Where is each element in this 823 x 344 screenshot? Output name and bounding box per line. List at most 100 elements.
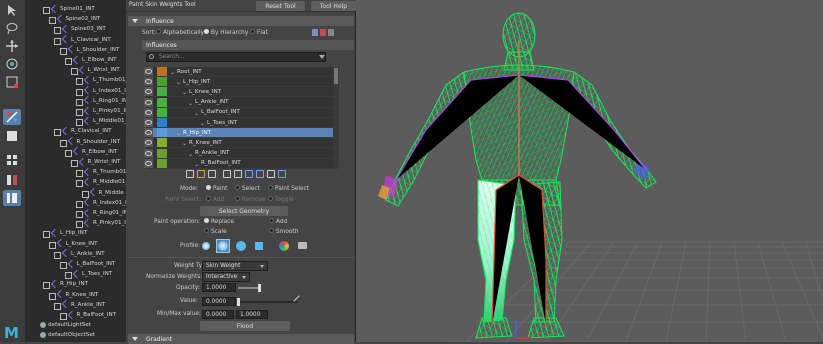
- outliner-item[interactable]: R_Middle: [80, 188, 124, 198]
- rotate-tool-button[interactable]: [3, 56, 21, 72]
- influence-row[interactable]: ⌄ L_BalFoot_INT: [144, 107, 338, 118]
- expand-toggle-icon[interactable]: [74, 86, 83, 96]
- paint-op-add-radio[interactable]: Add: [269, 218, 287, 225]
- outliner-item[interactable]: L_Knee_INT: [47, 239, 98, 249]
- profile-square-button[interactable]: [252, 239, 266, 253]
- outliner-item[interactable]: L_Shoulder_INT: [58, 45, 119, 55]
- influence-section-header[interactable]: Influence: [128, 16, 354, 26]
- mode-paint-radio[interactable]: Paint: [206, 185, 227, 192]
- value-slider[interactable]: [237, 298, 298, 306]
- outliner-item[interactable]: R_Middle01_I: [74, 177, 126, 188]
- gradient-section-header[interactable]: Gradient: [128, 334, 354, 344]
- expand-toggle-icon[interactable]: [52, 300, 61, 310]
- influence-row[interactable]: ⌄ R_BalFoot_INT: [144, 158, 338, 169]
- expand-toggle-icon[interactable]: [74, 218, 83, 229]
- outliner-item[interactable]: R_Ankle_INT: [52, 300, 105, 310]
- outliner-item[interactable]: L_Toes_INT: [63, 269, 112, 280]
- eye-icon[interactable]: [144, 107, 153, 117]
- expand-toggle-icon[interactable]: [80, 188, 89, 198]
- mode-select-radio[interactable]: Select: [235, 185, 260, 192]
- outliner-item[interactable]: R_Index01_I: [74, 198, 126, 208]
- sort-by-hierarchy-radio[interactable]: By Hierarchy: [204, 29, 248, 36]
- paint-select-remove-radio[interactable]: Remove: [235, 196, 266, 203]
- eye-icon[interactable]: [144, 128, 153, 138]
- expand-toggle-icon[interactable]: [74, 75, 83, 86]
- expand-toggle-icon[interactable]: [41, 4, 50, 14]
- last-tool-tool-button[interactable]: [3, 109, 21, 125]
- mirror-weights-icon[interactable]: [245, 170, 253, 178]
- outliner-item[interactable]: L_Hip_INT: [41, 228, 87, 239]
- expand-toggle-icon[interactable]: [74, 208, 83, 218]
- prune-weights-icon[interactable]: [234, 170, 242, 178]
- outliner-item[interactable]: Spine02_INT: [47, 14, 100, 25]
- expand-toggle-icon[interactable]: [69, 65, 78, 76]
- hold-weights-icon[interactable]: [186, 170, 194, 178]
- profile-soft-button[interactable]: [216, 239, 230, 253]
- unhold-weights-icon[interactable]: [197, 170, 205, 178]
- influence-search-input[interactable]: Search...: [146, 52, 326, 62]
- outliner-item[interactable]: L_Wrist_INT: [69, 65, 120, 76]
- search-dropdown-icon[interactable]: [319, 55, 325, 59]
- influence-list-scrollbar[interactable]: [333, 67, 339, 167]
- expand-toggle-icon[interactable]: [52, 35, 61, 45]
- paint-op-smooth-radio[interactable]: Smooth: [269, 228, 298, 235]
- lasso-tool-button[interactable]: [3, 20, 21, 36]
- eye-icon[interactable]: [144, 118, 153, 127]
- single-pane-tool-button[interactable]: [3, 128, 21, 144]
- influences-tab[interactable]: Influences: [142, 40, 354, 50]
- max-value-field[interactable]: 1.0000: [236, 310, 268, 319]
- outliner-item[interactable]: R_Elbow_INT: [63, 147, 117, 157]
- outliner-item[interactable]: Spine03_INT: [52, 24, 106, 35]
- flood-button[interactable]: Flood: [200, 321, 290, 331]
- profile-gaussian-button[interactable]: [199, 239, 213, 253]
- eye-icon[interactable]: [144, 77, 153, 87]
- outliner-item[interactable]: defaultObjectSet: [40, 330, 95, 340]
- outliner-layout-tool-button[interactable]: [3, 190, 21, 206]
- outliner-item[interactable]: R_Wrist_INT: [69, 157, 120, 167]
- eye-icon[interactable]: [144, 67, 153, 76]
- select-geometry-button[interactable]: Select Geometry: [200, 206, 288, 216]
- expand-toggle-icon[interactable]: [47, 14, 56, 25]
- four-pane-tool-button[interactable]: [3, 152, 21, 168]
- expand-toggle-icon[interactable]: [63, 147, 72, 157]
- influence-row[interactable]: ⌄ L_Ankle_INT: [144, 97, 338, 108]
- outliner-item[interactable]: L_Elbow_INT: [63, 55, 117, 65]
- expand-toggle-icon[interactable]: [63, 269, 72, 280]
- paint-select-add-radio[interactable]: Add: [206, 196, 224, 203]
- expand-toggle-icon[interactable]: [74, 177, 83, 188]
- expand-toggle-icon[interactable]: [58, 259, 67, 269]
- eye-icon[interactable]: [144, 158, 153, 168]
- expand-toggle-icon[interactable]: [47, 290, 56, 300]
- scale-tool-button[interactable]: [3, 74, 21, 90]
- expand-toggle-icon[interactable]: [74, 96, 83, 106]
- sort-small-icons[interactable]: [312, 29, 342, 37]
- expand-toggle-icon[interactable]: [58, 137, 67, 147]
- influence-row[interactable]: ⌄ Root_INT: [144, 67, 338, 77]
- expand-toggle-icon[interactable]: [69, 157, 78, 167]
- value-field[interactable]: 0.0000: [202, 297, 236, 306]
- paint-select-toggle-radio[interactable]: Toggle: [268, 196, 294, 203]
- influence-row[interactable]: ⌄ L_Hip_INT: [144, 77, 338, 88]
- sort-list-icon[interactable]: [267, 170, 275, 178]
- opacity-field[interactable]: 1.0000: [202, 283, 236, 292]
- opacity-slider[interactable]: [238, 284, 261, 292]
- paint-op-replace-radio[interactable]: Replace: [204, 218, 234, 225]
- min-value-field[interactable]: 0.0000: [202, 310, 234, 319]
- profile-solid-button[interactable]: [234, 239, 248, 253]
- influence-row[interactable]: ⌄ L_Knee_INT: [144, 87, 338, 98]
- select-influence-icon[interactable]: [208, 170, 216, 178]
- profile-image-button[interactable]: [277, 239, 291, 253]
- expand-toggle-icon[interactable]: [52, 249, 61, 259]
- reset-tool-button[interactable]: Reset Tool: [256, 1, 305, 11]
- outliner-panel[interactable]: Spine01_INT Spine02_INT Spine03_INT L_Clavi…: [26, 0, 126, 342]
- expand-toggle-icon[interactable]: [74, 198, 83, 208]
- influence-row[interactable]: ⌄ L_Toes_INT: [144, 118, 338, 128]
- outliner-item[interactable]: L_Thumb01_I: [74, 75, 126, 86]
- expand-toggle-icon[interactable]: [58, 45, 67, 55]
- outliner-item[interactable]: L_Middle01_I: [74, 116, 126, 127]
- influence-row[interactable]: ⌄ R_Knee_INT: [144, 138, 338, 149]
- expand-toggle-icon[interactable]: [74, 106, 83, 116]
- outliner-item[interactable]: R_BalFoot_INT: [58, 310, 116, 320]
- folder-icon[interactable]: [298, 242, 307, 249]
- expand-toggle-icon[interactable]: [47, 239, 56, 249]
